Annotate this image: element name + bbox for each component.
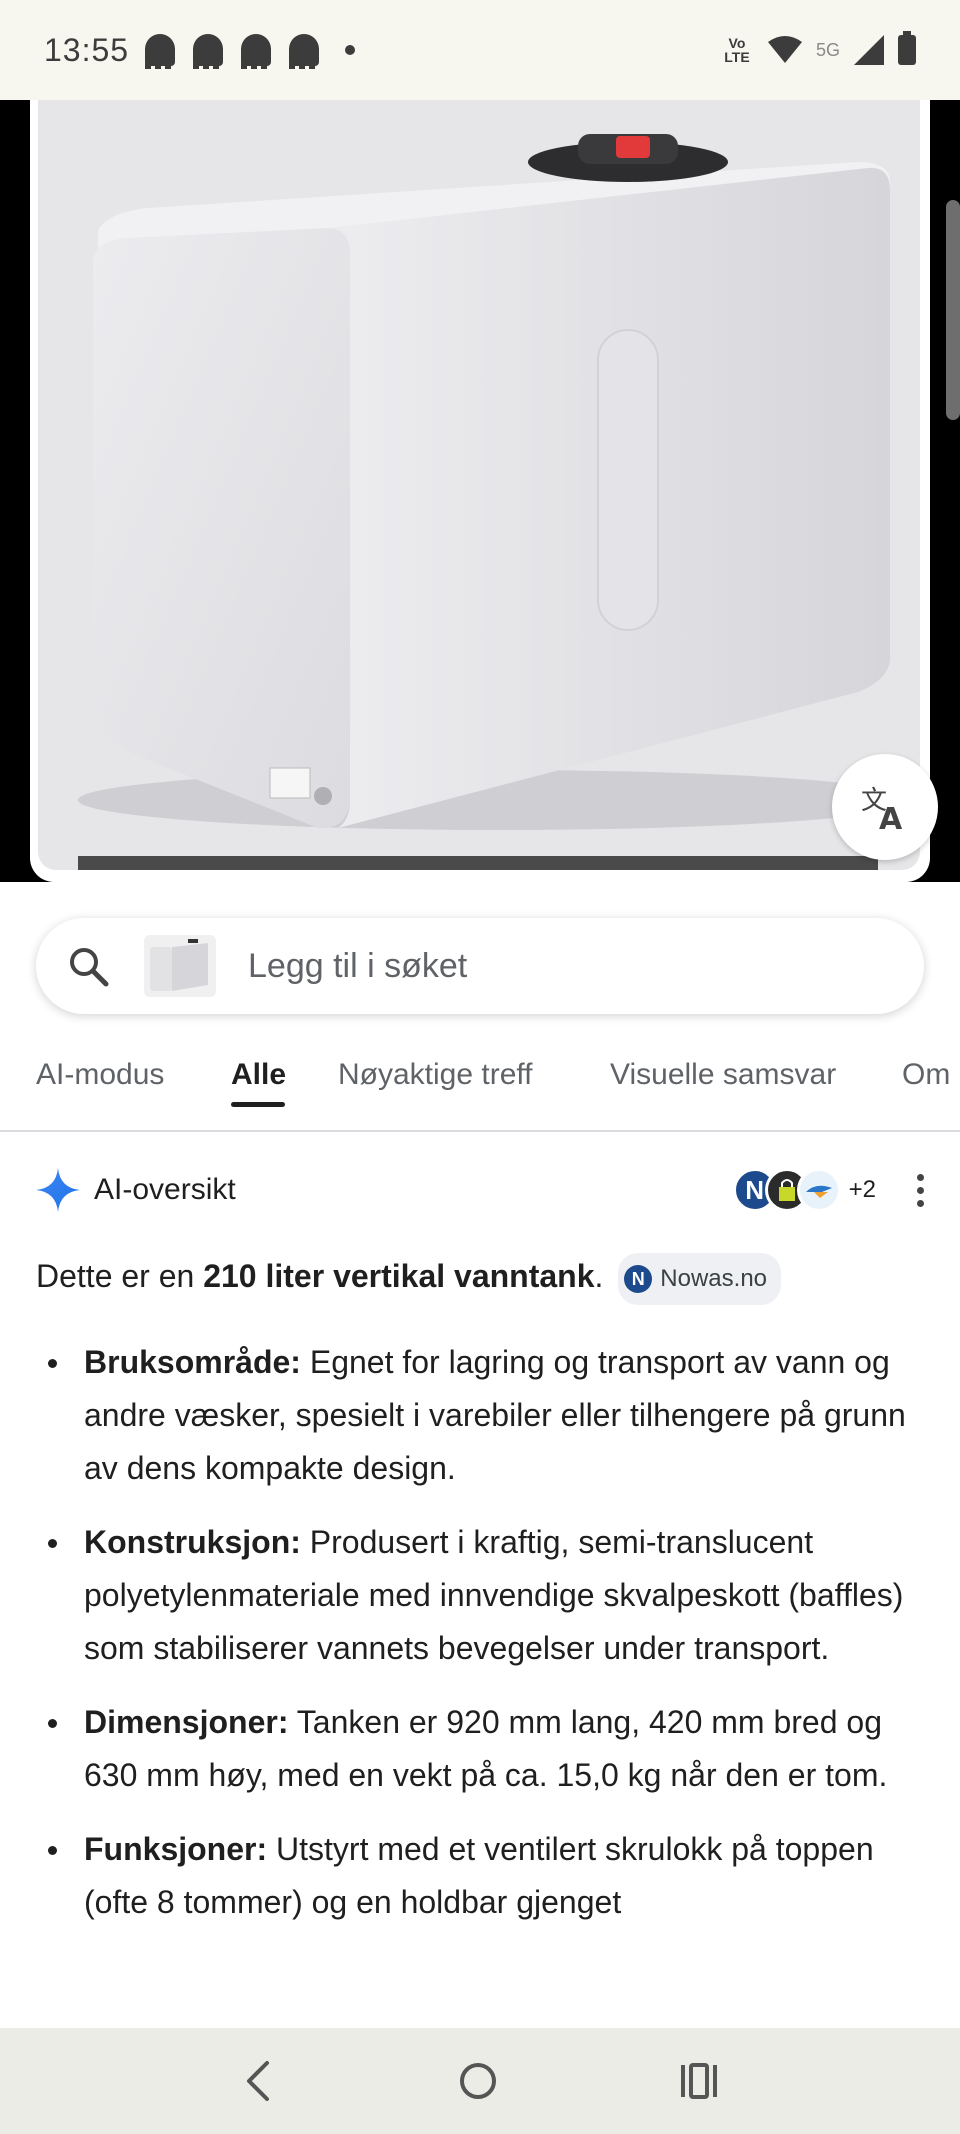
source-bird-icon[interactable] — [796, 1168, 841, 1212]
signal-icon — [854, 35, 884, 65]
result-tabs: AI-modus Alle Nøyaktige treff Visuelle s… — [0, 1040, 960, 1132]
bullet-label: Funksjoner: — [84, 1831, 268, 1867]
ai-overview-title: AI-oversikt — [94, 1173, 236, 1206]
ai-overview-header: AI-oversikt N +2 — [36, 1160, 924, 1220]
list-item: Bruksområde: Egnet for lagring og transp… — [48, 1336, 924, 1495]
gemini-sparkle-icon — [36, 1168, 80, 1212]
ai-overview-summary: Dette er en 210 liter vertikal vanntank.… — [36, 1252, 936, 1305]
tank-thumbnail-icon — [150, 939, 208, 991]
image-scrollbar[interactable] — [946, 200, 960, 420]
system-nav-bar — [0, 2028, 960, 2134]
status-bar: 13:55 Vo LTE 5G — [0, 0, 960, 100]
bullet-label: Konstruksjon: — [84, 1524, 301, 1560]
active-tab-indicator — [231, 1102, 285, 1107]
snapchat-icon — [145, 34, 176, 69]
recents-icon[interactable] — [677, 2059, 721, 2103]
tab-visuelle-samsvar[interactable]: Visuelle samsvar — [610, 1058, 836, 1092]
bullet-label: Dimensjoner: — [84, 1704, 289, 1740]
more-sources-count[interactable]: +2 — [849, 1176, 876, 1204]
summary-suffix: . — [594, 1258, 604, 1294]
tab-alle[interactable]: Alle — [231, 1058, 286, 1092]
translate-icon: 文 A — [861, 786, 903, 833]
list-item: Dimensjoner: Tanken er 920 mm lang, 420 … — [48, 1696, 924, 1802]
summary-highlight: 210 liter vertikal vanntank — [203, 1258, 595, 1294]
ai-overview-bullets: Bruksområde: Egnet for lagring og transp… — [48, 1336, 924, 1950]
volte-indicator: Vo LTE — [724, 35, 750, 65]
tab-ai-modus[interactable]: AI-modus — [36, 1058, 164, 1092]
search-bar[interactable]: Legg til i søket — [36, 918, 924, 1014]
battery-icon — [898, 31, 916, 65]
nowas-logo-icon: N — [624, 1264, 653, 1293]
tab-noyaktige-treff[interactable]: Nøyaktige treff — [338, 1058, 533, 1092]
notification-icons — [145, 34, 356, 69]
list-item: Funksjoner: Utstyrt med et ventilert skr… — [48, 1823, 924, 1929]
snapchat-icon — [289, 34, 320, 69]
image-thumbnail[interactable] — [144, 935, 216, 997]
more-options-icon[interactable] — [916, 1173, 924, 1207]
search-input[interactable]: Legg til i søket — [248, 947, 467, 986]
home-icon[interactable] — [456, 2059, 500, 2103]
status-time: 13:55 — [44, 31, 130, 68]
network-type: 5G — [815, 39, 840, 60]
product-image[interactable] — [38, 100, 920, 870]
water-tank-illustration — [78, 134, 918, 870]
image-viewer[interactable] — [0, 100, 960, 882]
source-chip[interactable]: N Nowas.no — [618, 1252, 782, 1305]
source-chip-label: Nowas.no — [660, 1264, 768, 1292]
tab-om[interactable]: Om — [902, 1058, 950, 1092]
source-avatars[interactable]: N +2 — [732, 1168, 876, 1212]
image-frame — [30, 100, 930, 882]
wifi-icon — [767, 36, 802, 63]
search-icon[interactable] — [66, 944, 110, 988]
summary-prefix: Dette er en — [36, 1258, 204, 1294]
snapchat-icon — [241, 34, 272, 69]
bullet-label: Bruksområde: — [84, 1344, 301, 1380]
translate-button[interactable]: 文 A — [832, 754, 938, 860]
list-item: Konstruksjon: Produsert i kraftig, semi-… — [48, 1516, 924, 1675]
svg-text:A: A — [879, 802, 903, 833]
back-icon[interactable] — [239, 2059, 279, 2103]
more-notifications-dot — [345, 45, 356, 55]
snapchat-icon — [193, 34, 224, 69]
